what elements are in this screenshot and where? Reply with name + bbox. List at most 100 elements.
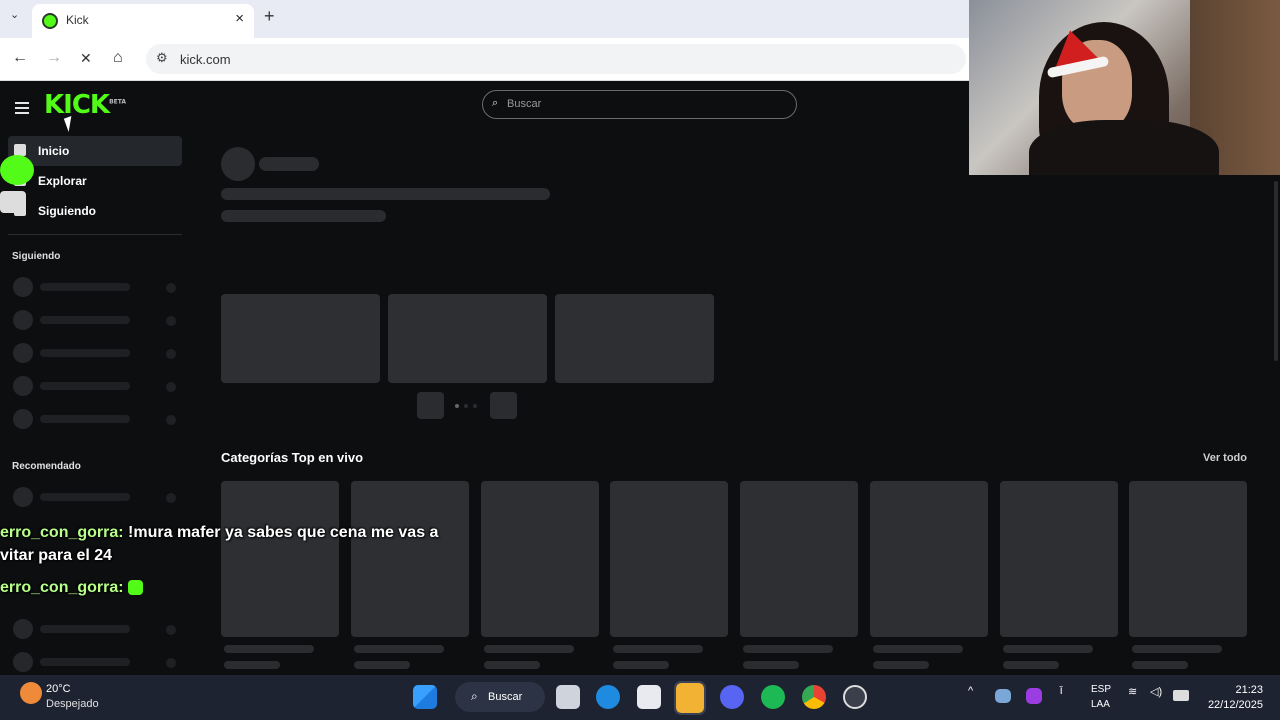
microphone-icon[interactable]: ǐ [1060,685,1062,697]
file-explorer-icon[interactable] [674,681,706,715]
skeleton-line [40,316,130,324]
category-card-skeleton[interactable] [1129,481,1247,637]
skeleton-line [873,645,963,653]
skeleton-line [1132,645,1222,653]
carousel-dot[interactable] [464,404,468,408]
weather-icon[interactable] [20,682,42,704]
microsoft-store-icon[interactable] [637,685,661,709]
task-view-icon[interactable] [556,685,580,709]
skeleton-dot [166,316,176,326]
spotify-icon[interactable] [761,685,785,709]
chat-message: vitar para el 24 [0,547,113,564]
skeleton-line [221,210,386,222]
onedrive-icon[interactable] [995,689,1011,703]
menu-icon[interactable] [15,99,29,117]
category-card-skeleton[interactable] [481,481,599,637]
search-input[interactable]: ⌕ Buscar [482,90,797,119]
emote-icon [0,155,34,185]
keyboard-layout-indicator[interactable]: LAA [1091,699,1110,710]
start-menu-icon[interactable] [413,685,437,709]
skeleton-dot [166,382,176,392]
category-card-skeleton[interactable] [740,481,858,637]
skeleton-line [1132,661,1188,669]
skeleton-line [743,661,799,669]
tab-search-dropdown-icon[interactable]: ⌄ [10,8,19,21]
chrome-icon[interactable] [802,685,826,709]
stop-loading-icon[interactable]: ✕ [80,50,92,67]
skeleton-avatar [13,487,33,507]
onenote-icon[interactable] [1026,688,1042,704]
url-text[interactable]: kick.com [180,52,231,67]
sidebar-item-explorar[interactable]: Explorar [8,166,182,196]
language-indicator[interactable]: ESP [1091,684,1111,695]
clock-date[interactable]: 22/12/2025 [1208,699,1263,711]
tab-close-icon[interactable]: × [235,10,244,27]
weather-temperature[interactable]: 20°C [46,683,71,695]
battery-icon[interactable] [1173,690,1189,701]
home-icon[interactable]: ⌂ [113,49,123,67]
sidebar-item-label: Siguiendo [38,204,96,218]
carousel-next-button[interactable] [490,392,517,419]
following-section-title: Siguiendo [12,251,61,262]
wifi-icon[interactable]: ≋ [1128,685,1137,698]
carousel-dot[interactable] [473,404,477,408]
skeleton-line [1003,645,1093,653]
page-scrollbar[interactable] [1274,181,1278,361]
browser-tab-kick[interactable]: Kick × [32,4,254,38]
chat-overlay-line: erro_con_gorra: !mura mafer ya sabes que… [0,524,438,542]
skeleton-line [613,661,669,669]
skeleton-dot [166,349,176,359]
category-card-skeleton[interactable] [870,481,988,637]
featured-card-skeleton[interactable] [555,294,714,383]
see-all-link[interactable]: Ver todo [1203,452,1247,464]
search-placeholder: Buscar [507,98,542,110]
category-card-skeleton[interactable] [1000,481,1118,637]
discord-icon[interactable] [720,685,744,709]
carousel-dot[interactable] [455,404,459,408]
skeleton-line [40,658,130,666]
clock-time[interactable]: 21:23 [1235,684,1263,696]
skeleton-avatar [13,619,33,639]
edge-browser-icon[interactable] [596,685,620,709]
skeleton-line [354,645,444,653]
skeleton-line [224,645,314,653]
weather-condition[interactable]: Despejado [46,698,99,710]
browser-tab-strip: ⌄ Kick × + [0,0,970,38]
kick-favicon-icon [42,13,58,29]
carousel-prev-button[interactable] [417,392,444,419]
volume-icon[interactable]: ◁) [1150,685,1162,698]
chat-username: erro_con_gorra: [0,524,124,541]
taskbar-search-button[interactable]: ⌕ Buscar [455,682,545,712]
featured-card-skeleton[interactable] [221,294,380,383]
site-settings-icon[interactable]: ⚙ [156,50,168,66]
sidebar-item-inicio[interactable]: Inicio [8,136,182,166]
skeleton-line [484,645,574,653]
skeleton-line [40,382,130,390]
new-tab-button[interactable]: + [264,6,275,27]
tray-overflow-icon[interactable]: ^ [968,685,973,697]
skeleton-dot [166,493,176,503]
featured-card-skeleton[interactable] [388,294,547,383]
sidebar-item-siguiendo[interactable]: Siguiendo [8,196,182,226]
chat-username: erro_con_gorra: [0,579,124,596]
skeleton-dot [166,625,176,635]
skeleton-dot [166,283,176,293]
skeleton-line [40,493,130,501]
skeleton-dot [166,415,176,425]
category-card-skeleton[interactable] [221,481,339,637]
back-icon[interactable]: ← [12,49,28,67]
skeleton-avatar [13,277,33,297]
skeleton-avatar [13,310,33,330]
address-bar-row: ← → ✕ ⌂ ⚙ kick.com [0,38,970,81]
skeleton-line [224,661,280,669]
chat-message: !mura mafer ya sabes que cena me vas a [123,524,439,541]
skeleton-avatar [221,147,255,181]
forward-icon[interactable]: → [46,49,62,67]
categories-title: Categorías Top en vivo [221,450,364,465]
chat-overlay-line: vitar para el 24 [0,547,112,565]
obs-studio-icon[interactable] [843,685,867,709]
kick-logo[interactable]: KICKBETA [44,90,126,120]
omnibox[interactable]: ⚙ kick.com [146,44,966,74]
category-card-skeleton[interactable] [351,481,469,637]
category-card-skeleton[interactable] [610,481,728,637]
